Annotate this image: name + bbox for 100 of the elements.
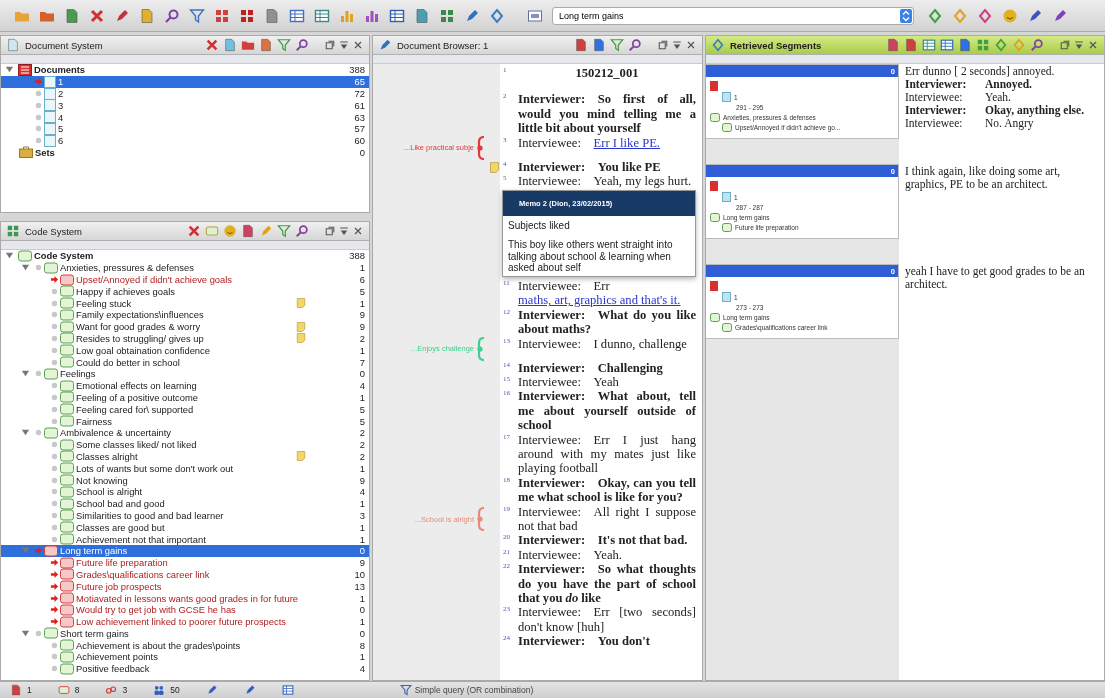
activation-dot-icon[interactable] [50,463,59,473]
activation-dot-icon[interactable] [50,392,59,402]
activation-dot-icon[interactable] [50,440,59,450]
funnel-icon[interactable] [189,7,205,24]
code-row[interactable]: Low achievement linked to poorer future prospects 1 [1,615,369,628]
activation-arrow-icon[interactable] [50,605,59,615]
code-row[interactable]: Code System 388 [1,250,369,262]
activation-dot-icon[interactable] [50,381,59,391]
code-row[interactable]: Future job prospects 13 [1,580,369,593]
code-row[interactable]: Anxieties, pressures & defenses 1 [1,261,369,274]
table-icon[interactable] [922,38,936,52]
code-row[interactable]: Feeling cared for\ supported 5 [1,403,369,416]
close-icon[interactable] [1087,39,1099,51]
code-row[interactable]: Feelings 0 [1,367,369,380]
collapse-arrow-icon[interactable] [21,369,30,379]
document-row[interactable]: 3 61 [1,99,369,112]
grid-icon[interactable] [976,38,990,52]
diamond-icon[interactable] [711,38,725,52]
code-row[interactable]: Emotional effects on learning 4 [1,379,369,392]
smiley-icon[interactable] [1002,7,1018,24]
document-icon[interactable] [6,38,20,52]
cross-icon[interactable] [205,38,219,52]
activation-dot-icon[interactable] [34,136,43,146]
memo-icon[interactable] [488,160,501,174]
grid-icon[interactable] [6,224,20,238]
table-icon[interactable] [940,38,954,52]
activation-dot-icon[interactable] [50,333,59,343]
document-icon[interactable] [958,38,972,52]
activation-arrow-icon[interactable] [50,275,59,284]
code-row[interactable]: Resides to struggling/ gives up 2 [1,332,369,345]
grid-icon[interactable] [239,7,255,24]
hyperlink[interactable]: Err I like PE. [593,135,660,150]
code-row[interactable]: Upset/Annoyed if didn't achieve goals 6 [1,273,369,286]
document-icon[interactable] [10,684,22,696]
activation-dot-icon[interactable] [50,522,59,532]
diamond-icon[interactable] [994,38,1008,52]
activation-dot-icon[interactable] [50,345,59,355]
code-row[interactable]: Family expectations\influences 9 [1,309,369,321]
close-icon[interactable] [352,225,364,237]
document-icon[interactable] [223,38,237,52]
activation-dot-icon[interactable] [50,487,59,497]
collapse-arrow-icon[interactable] [21,428,30,438]
activation-dot-icon[interactable] [34,263,43,273]
cross-icon[interactable] [187,224,201,238]
document-row[interactable]: 6 60 [1,134,369,147]
document-icon[interactable] [904,38,918,52]
code-row[interactable]: Positive feedback 4 [1,662,369,675]
code-row[interactable]: Future life preparation 9 [1,556,369,569]
code-bracket-icon[interactable] [476,507,486,532]
code-row[interactable]: Want for good grades & worry 9 [1,320,369,333]
sets-row[interactable]: Sets 0 [1,146,369,159]
code-row[interactable]: Low goal obtaination confidence 1 [1,344,369,357]
document-icon[interactable] [264,7,280,24]
code-row[interactable]: School is alright 4 [1,485,369,498]
document-row[interactable]: 2 72 [1,87,369,100]
code-row[interactable]: Achievement not that important 1 [1,533,369,545]
document-icon[interactable] [886,38,900,52]
funnel-icon[interactable] [277,224,291,238]
activation-dot-icon[interactable] [50,534,59,544]
activation-dot-icon[interactable] [50,404,59,414]
activation-arrow-icon[interactable] [50,569,59,579]
grid-icon[interactable] [214,7,230,24]
search-icon[interactable] [295,38,309,52]
document-row[interactable]: Documents 388 [1,64,369,76]
activation-dot-icon[interactable] [50,416,59,426]
activation-dot-icon[interactable] [50,664,59,674]
code-row[interactable]: Ambivalence & uncertainty 2 [1,426,369,439]
table-icon[interactable] [389,7,405,24]
code-row[interactable]: Grades\qualifications career link 10 [1,568,369,581]
code-row[interactable]: Would try to get job with GCSE he has 0 [1,603,369,616]
memo-icon[interactable] [295,320,307,333]
activation-dot-icon[interactable] [50,357,59,367]
funnel-icon[interactable] [610,38,624,52]
document-row[interactable]: 5 57 [1,123,369,135]
code-row[interactable]: School bad and good 1 [1,497,369,510]
activation-dot-icon[interactable] [50,652,59,662]
code-row[interactable]: Not knowing 9 [1,474,369,486]
diamond-icon[interactable] [952,7,968,24]
code-bracket-icon[interactable] [476,135,486,160]
pen-icon[interactable] [464,7,480,24]
diamond-icon[interactable] [927,7,943,24]
activation-dot-icon[interactable] [50,322,59,332]
search-icon[interactable] [164,7,180,24]
activation-dot-icon[interactable] [50,475,59,485]
activation-dot-icon[interactable] [34,124,43,134]
code-row[interactable]: Feeling of a positive outcome 1 [1,391,369,404]
grid-icon[interactable] [439,7,455,24]
activation-arrow-icon[interactable] [50,558,59,568]
restore-icon[interactable] [324,39,336,51]
activation-dot-icon[interactable] [50,499,59,509]
activation-dot-icon[interactable] [50,298,59,308]
diamond-icon[interactable] [489,7,505,24]
close-icon[interactable] [352,39,364,51]
pen-icon[interactable] [378,38,392,52]
activation-dot-icon[interactable] [34,428,43,438]
code-row[interactable]: Motiavated in lessons wants good grades in for future 1 [1,592,369,604]
pen-icon[interactable] [205,684,218,696]
collapse-arrow-icon[interactable] [21,263,30,273]
search-icon[interactable] [1030,38,1044,52]
restore-icon[interactable] [1059,39,1071,51]
